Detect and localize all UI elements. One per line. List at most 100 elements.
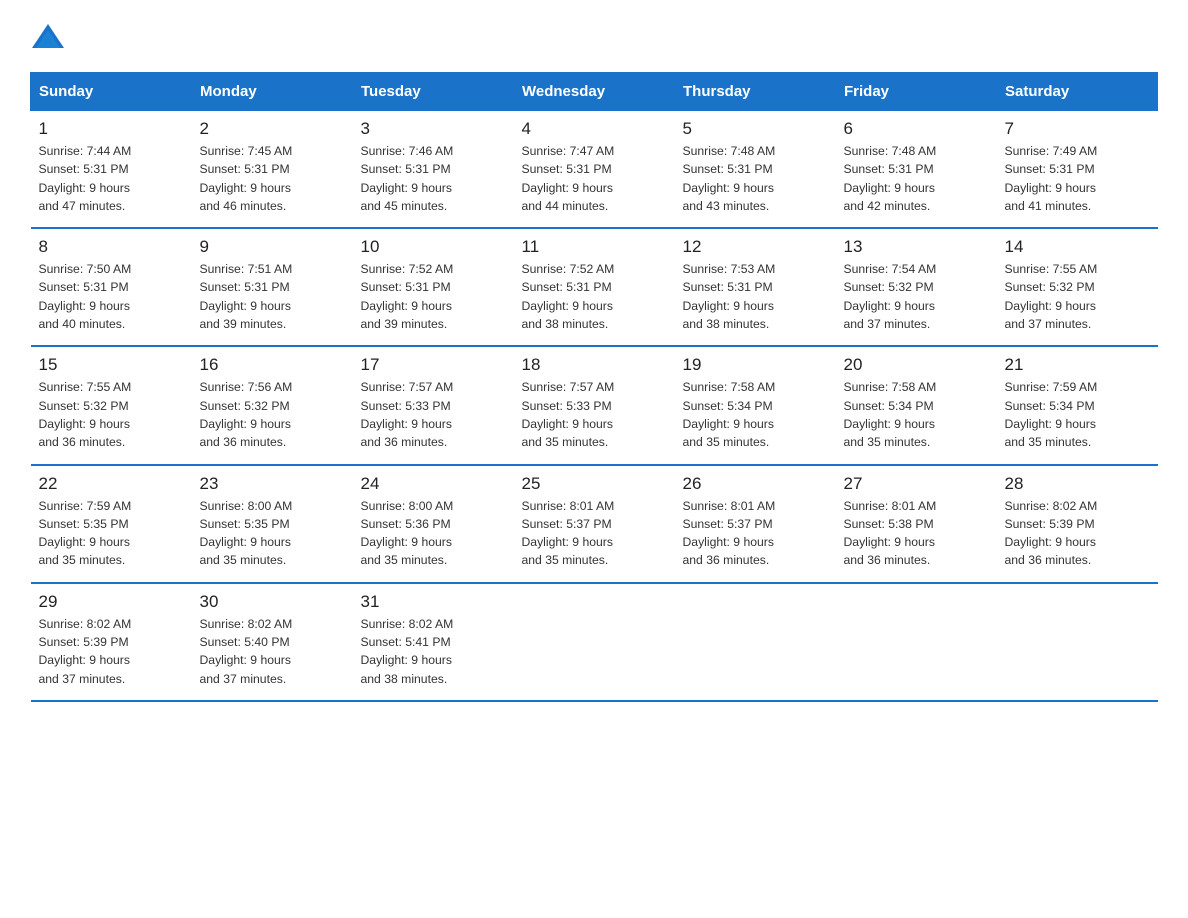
calendar-cell: 24 Sunrise: 8:00 AMSunset: 5:36 PMDayligh… <box>353 465 514 583</box>
day-number: 10 <box>361 237 506 257</box>
day-info: Sunrise: 7:48 AMSunset: 5:31 PMDaylight:… <box>844 142 989 215</box>
day-info: Sunrise: 7:55 AMSunset: 5:32 PMDaylight:… <box>39 378 184 451</box>
day-info: Sunrise: 7:53 AMSunset: 5:31 PMDaylight:… <box>683 260 828 333</box>
day-number: 6 <box>844 119 989 139</box>
day-number: 16 <box>200 355 345 375</box>
day-number: 18 <box>522 355 667 375</box>
calendar-cell: 10 Sunrise: 7:52 AMSunset: 5:31 PMDayligh… <box>353 228 514 346</box>
day-number: 2 <box>200 119 345 139</box>
day-info: Sunrise: 8:02 AMSunset: 5:41 PMDaylight:… <box>361 615 506 688</box>
day-number: 14 <box>1005 237 1150 257</box>
calendar-cell: 2 Sunrise: 7:45 AMSunset: 5:31 PMDaylight… <box>192 111 353 229</box>
day-info: Sunrise: 8:02 AMSunset: 5:39 PMDaylight:… <box>39 615 184 688</box>
calendar-cell <box>836 583 997 701</box>
day-info: Sunrise: 7:54 AMSunset: 5:32 PMDaylight:… <box>844 260 989 333</box>
day-info: Sunrise: 7:55 AMSunset: 5:32 PMDaylight:… <box>1005 260 1150 333</box>
day-info: Sunrise: 7:46 AMSunset: 5:31 PMDaylight:… <box>361 142 506 215</box>
day-number: 15 <box>39 355 184 375</box>
calendar-table: SundayMondayTuesdayWednesdayThursdayFrid… <box>30 72 1158 702</box>
calendar-cell: 27 Sunrise: 8:01 AMSunset: 5:38 PMDayligh… <box>836 465 997 583</box>
calendar-cell: 9 Sunrise: 7:51 AMSunset: 5:31 PMDaylight… <box>192 228 353 346</box>
calendar-cell: 15 Sunrise: 7:55 AMSunset: 5:32 PMDayligh… <box>31 346 192 464</box>
logo-icon <box>30 20 66 56</box>
day-number: 31 <box>361 592 506 612</box>
day-info: Sunrise: 8:01 AMSunset: 5:37 PMDaylight:… <box>683 497 828 570</box>
day-number: 4 <box>522 119 667 139</box>
calendar-cell: 30Sunrise: 8:02 AMSunset: 5:40 PMDayligh… <box>192 583 353 701</box>
day-number: 26 <box>683 474 828 494</box>
day-number: 23 <box>200 474 345 494</box>
day-number: 21 <box>1005 355 1150 375</box>
calendar-cell: 13Sunrise: 7:54 AMSunset: 5:32 PMDayligh… <box>836 228 997 346</box>
day-number: 11 <box>522 237 667 257</box>
calendar-header-row: SundayMondayTuesdayWednesdayThursdayFrid… <box>31 73 1158 111</box>
day-number: 24 <box>361 474 506 494</box>
day-info: Sunrise: 7:47 AMSunset: 5:31 PMDaylight:… <box>522 142 667 215</box>
calendar-cell: 21 Sunrise: 7:59 AMSunset: 5:34 PMDayligh… <box>997 346 1158 464</box>
calendar-cell: 16 Sunrise: 7:56 AMSunset: 5:32 PMDayligh… <box>192 346 353 464</box>
calendar-week-row: 15 Sunrise: 7:55 AMSunset: 5:32 PMDayligh… <box>31 346 1158 464</box>
calendar-cell: 5Sunrise: 7:48 AMSunset: 5:31 PMDaylight… <box>675 111 836 229</box>
calendar-cell: 3 Sunrise: 7:46 AMSunset: 5:31 PMDaylight… <box>353 111 514 229</box>
day-number: 29 <box>39 592 184 612</box>
calendar-cell: 28Sunrise: 8:02 AMSunset: 5:39 PMDayligh… <box>997 465 1158 583</box>
calendar-cell <box>514 583 675 701</box>
day-info: Sunrise: 8:00 AMSunset: 5:35 PMDaylight:… <box>200 497 345 570</box>
day-number: 1 <box>39 119 184 139</box>
header-saturday: Saturday <box>997 73 1158 111</box>
day-info: Sunrise: 7:58 AMSunset: 5:34 PMDaylight:… <box>683 378 828 451</box>
day-number: 19 <box>683 355 828 375</box>
day-number: 7 <box>1005 119 1150 139</box>
day-number: 17 <box>361 355 506 375</box>
calendar-cell: 22Sunrise: 7:59 AMSunset: 5:35 PMDayligh… <box>31 465 192 583</box>
day-number: 20 <box>844 355 989 375</box>
calendar-week-row: 22Sunrise: 7:59 AMSunset: 5:35 PMDayligh… <box>31 465 1158 583</box>
day-info: Sunrise: 7:56 AMSunset: 5:32 PMDaylight:… <box>200 378 345 451</box>
page-header <box>30 20 1158 52</box>
day-number: 27 <box>844 474 989 494</box>
calendar-cell: 12 Sunrise: 7:53 AMSunset: 5:31 PMDayligh… <box>675 228 836 346</box>
day-number: 9 <box>200 237 345 257</box>
calendar-cell: 29 Sunrise: 8:02 AMSunset: 5:39 PMDayligh… <box>31 583 192 701</box>
calendar-cell: 20 Sunrise: 7:58 AMSunset: 5:34 PMDayligh… <box>836 346 997 464</box>
calendar-cell: 19 Sunrise: 7:58 AMSunset: 5:34 PMDayligh… <box>675 346 836 464</box>
calendar-cell: 18 Sunrise: 7:57 AMSunset: 5:33 PMDayligh… <box>514 346 675 464</box>
day-info: Sunrise: 7:48 AMSunset: 5:31 PMDaylight:… <box>683 142 828 215</box>
header-friday: Friday <box>836 73 997 111</box>
day-info: Sunrise: 7:52 AMSunset: 5:31 PMDaylight:… <box>522 260 667 333</box>
calendar-cell: 25Sunrise: 8:01 AMSunset: 5:37 PMDayligh… <box>514 465 675 583</box>
day-info: Sunrise: 7:52 AMSunset: 5:31 PMDaylight:… <box>361 260 506 333</box>
day-info: Sunrise: 7:51 AMSunset: 5:31 PMDaylight:… <box>200 260 345 333</box>
calendar-week-row: 8 Sunrise: 7:50 AMSunset: 5:31 PMDaylight… <box>31 228 1158 346</box>
day-info: Sunrise: 7:57 AMSunset: 5:33 PMDaylight:… <box>522 378 667 451</box>
calendar-cell: 17 Sunrise: 7:57 AMSunset: 5:33 PMDayligh… <box>353 346 514 464</box>
day-info: Sunrise: 8:00 AMSunset: 5:36 PMDaylight:… <box>361 497 506 570</box>
calendar-cell: 11 Sunrise: 7:52 AMSunset: 5:31 PMDayligh… <box>514 228 675 346</box>
day-info: Sunrise: 7:59 AMSunset: 5:35 PMDaylight:… <box>39 497 184 570</box>
calendar-cell: 7 Sunrise: 7:49 AMSunset: 5:31 PMDaylight… <box>997 111 1158 229</box>
header-tuesday: Tuesday <box>353 73 514 111</box>
header-monday: Monday <box>192 73 353 111</box>
calendar-week-row: 29 Sunrise: 8:02 AMSunset: 5:39 PMDayligh… <box>31 583 1158 701</box>
day-info: Sunrise: 7:58 AMSunset: 5:34 PMDaylight:… <box>844 378 989 451</box>
day-info: Sunrise: 7:59 AMSunset: 5:34 PMDaylight:… <box>1005 378 1150 451</box>
day-info: Sunrise: 7:44 AMSunset: 5:31 PMDaylight:… <box>39 142 184 215</box>
calendar-cell: 26 Sunrise: 8:01 AMSunset: 5:37 PMDayligh… <box>675 465 836 583</box>
header-thursday: Thursday <box>675 73 836 111</box>
day-number: 3 <box>361 119 506 139</box>
day-info: Sunrise: 7:57 AMSunset: 5:33 PMDaylight:… <box>361 378 506 451</box>
day-info: Sunrise: 7:49 AMSunset: 5:31 PMDaylight:… <box>1005 142 1150 215</box>
day-info: Sunrise: 8:01 AMSunset: 5:38 PMDaylight:… <box>844 497 989 570</box>
day-info: Sunrise: 7:50 AMSunset: 5:31 PMDaylight:… <box>39 260 184 333</box>
calendar-week-row: 1 Sunrise: 7:44 AMSunset: 5:31 PMDaylight… <box>31 111 1158 229</box>
day-info: Sunrise: 8:01 AMSunset: 5:37 PMDaylight:… <box>522 497 667 570</box>
logo <box>30 20 66 52</box>
calendar-cell <box>675 583 836 701</box>
day-info: Sunrise: 7:45 AMSunset: 5:31 PMDaylight:… <box>200 142 345 215</box>
calendar-cell: 4 Sunrise: 7:47 AMSunset: 5:31 PMDaylight… <box>514 111 675 229</box>
calendar-cell <box>997 583 1158 701</box>
header-sunday: Sunday <box>31 73 192 111</box>
day-number: 8 <box>39 237 184 257</box>
calendar-cell: 1 Sunrise: 7:44 AMSunset: 5:31 PMDaylight… <box>31 111 192 229</box>
day-number: 12 <box>683 237 828 257</box>
